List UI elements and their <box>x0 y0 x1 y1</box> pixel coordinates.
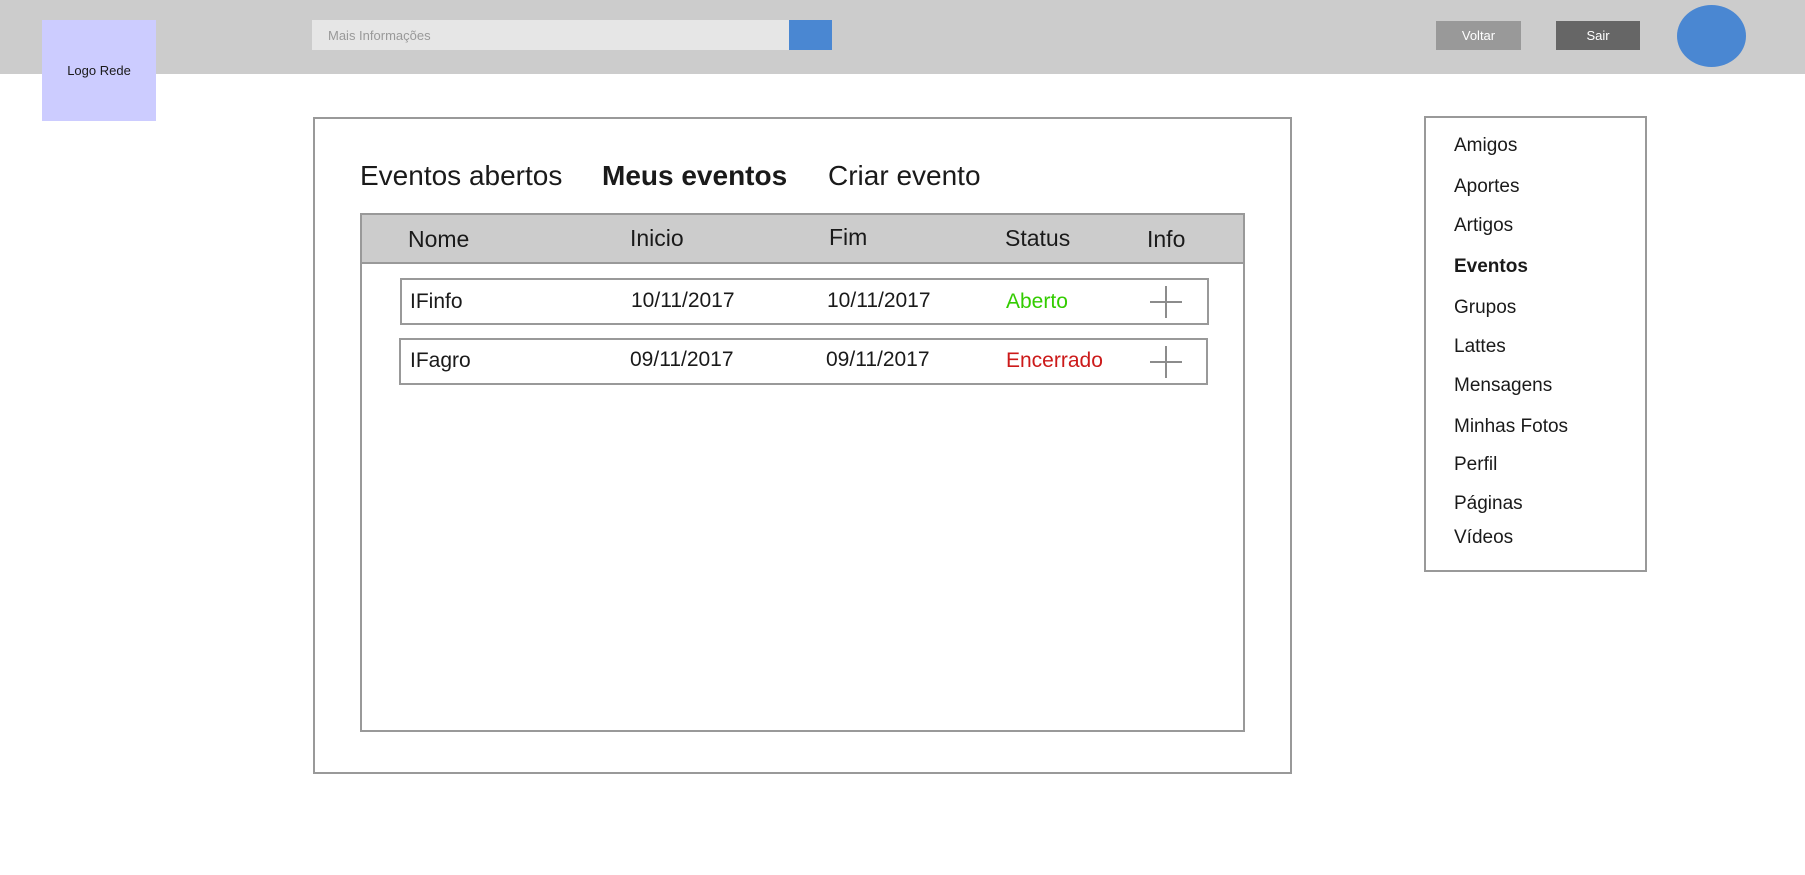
column-header-inicio: Inicio <box>630 225 684 251</box>
sidebar-item-minhas-fotos[interactable]: Minhas Fotos <box>1454 416 1568 438</box>
column-header-status: Status <box>1005 225 1071 251</box>
event-status: Encerrado <box>1006 349 1103 372</box>
event-status: Aberto <box>1006 290 1068 313</box>
sidebar-item-artigos[interactable]: Artigos <box>1454 215 1513 237</box>
sidebar-item-grupos[interactable]: Grupos <box>1454 297 1516 319</box>
sidebar-item-mensagens[interactable]: Mensagens <box>1454 375 1552 397</box>
table-row[interactable]: IFinfo 10/11/2017 10/11/2017 Aberto <box>400 278 1209 325</box>
table-header: Nome Inicio Fim Status Info <box>362 215 1243 264</box>
event-name: IFagro <box>410 349 471 372</box>
column-header-nome: Nome <box>408 226 470 252</box>
tab-meus-eventos[interactable]: Meus eventos <box>602 160 787 192</box>
table-row[interactable]: IFagro 09/11/2017 09/11/2017 Encerrado <box>399 338 1208 385</box>
event-start-date: 10/11/2017 <box>631 289 735 312</box>
sidebar-item-lattes[interactable]: Lattes <box>1454 336 1506 358</box>
column-header-fim: Fim <box>829 224 868 250</box>
sidebar-menu: Amigos Aportes Artigos Eventos Grupos La… <box>1424 116 1647 572</box>
top-bar <box>0 0 1805 74</box>
sidebar-item-amigos[interactable]: Amigos <box>1454 135 1517 157</box>
search-input[interactable] <box>312 20 789 50</box>
search-button[interactable] <box>789 20 832 50</box>
plus-icon[interactable] <box>1150 346 1182 378</box>
event-end-date: 09/11/2017 <box>826 348 930 371</box>
event-name: IFinfo <box>410 290 463 313</box>
event-end-date: 10/11/2017 <box>827 289 931 312</box>
sidebar-item-aportes[interactable]: Aportes <box>1454 176 1519 198</box>
logo[interactable]: Logo Rede <box>42 20 156 121</box>
events-table: Nome Inicio Fim Status Info IFinfo 10/11… <box>360 213 1245 732</box>
sidebar-item-perfil[interactable]: Perfil <box>1454 454 1497 476</box>
sidebar-item-paginas[interactable]: Páginas <box>1454 493 1523 515</box>
tab-criar-evento[interactable]: Criar evento <box>828 160 981 192</box>
event-start-date: 09/11/2017 <box>630 348 734 371</box>
back-button[interactable]: Voltar <box>1436 21 1521 50</box>
tab-eventos-abertos[interactable]: Eventos abertos <box>360 160 562 192</box>
logo-label: Logo Rede <box>67 63 131 78</box>
column-header-info: Info <box>1147 226 1186 252</box>
plus-icon[interactable] <box>1150 286 1182 318</box>
avatar[interactable] <box>1677 5 1746 67</box>
logout-button[interactable]: Sair <box>1556 21 1640 50</box>
sidebar-item-eventos[interactable]: Eventos <box>1454 256 1528 278</box>
sidebar-item-videos[interactable]: Vídeos <box>1454 527 1513 549</box>
